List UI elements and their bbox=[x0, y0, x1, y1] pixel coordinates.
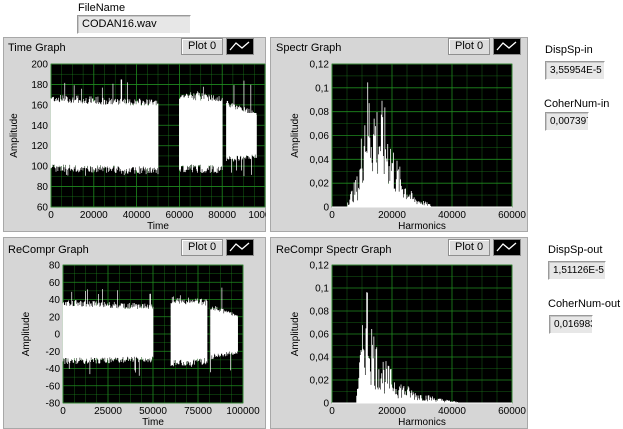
y-tick-label: 0,12 bbox=[310, 261, 330, 272]
y-tick-label: 80 bbox=[37, 182, 49, 193]
cohernum-out-label: CoherNum-out bbox=[548, 298, 621, 310]
line-style-icon[interactable] bbox=[226, 38, 255, 55]
y-tick-label: 200 bbox=[31, 60, 48, 71]
x-axis-label: Harmonics bbox=[398, 417, 446, 428]
cohernum-in-value: 0,007397 bbox=[545, 112, 589, 131]
signal-body bbox=[210, 315, 238, 351]
time-plot-label[interactable]: Plot 0 bbox=[181, 38, 224, 55]
x-tick-label: 100000 bbox=[248, 210, 266, 221]
time-graph-chart: 0 20000 40000 60000 80000 100000 60 80 100 120 140… bbox=[9, 60, 266, 233]
x-tick-label: 40000 bbox=[123, 210, 151, 221]
y-tick-label: 0,02 bbox=[310, 179, 330, 190]
y-tick-label: -60 bbox=[46, 381, 61, 392]
x-tick-label: 100000 bbox=[226, 406, 260, 417]
y-tick-label: 0 bbox=[323, 399, 329, 410]
x-tick-label: 50000 bbox=[139, 406, 167, 417]
y-tick-label: 60 bbox=[37, 203, 49, 214]
line-style-icon[interactable] bbox=[493, 38, 522, 55]
y-tick-label: 0,12 bbox=[310, 60, 330, 71]
y-tick-label: 0,02 bbox=[310, 376, 330, 387]
y-tick-label: 80 bbox=[49, 261, 61, 272]
y-tick-label: 0,06 bbox=[310, 330, 330, 341]
x-tick-label: 80000 bbox=[208, 210, 236, 221]
recompr-spectr-graph-title: ReCompr Spectr Graph bbox=[276, 244, 392, 256]
y-tick-label: 0,08 bbox=[310, 307, 330, 318]
y-tick-label: 0,1 bbox=[315, 284, 329, 295]
y-tick-label: 180 bbox=[31, 80, 48, 91]
y-tick-label: 0,04 bbox=[310, 353, 330, 364]
recompr-graph-chart: 0 25000 50000 75000 100000 -80 -60 -40 -20 0 20 40 6… bbox=[21, 261, 260, 429]
y-tick-label: 160 bbox=[31, 100, 48, 111]
recompr-graph-title: ReCompr Graph bbox=[8, 244, 89, 256]
dispsp-out-label: DispSp-out bbox=[548, 244, 603, 256]
x-tick-label: 0 bbox=[60, 406, 66, 417]
x-axis-label: Harmonics bbox=[398, 221, 446, 232]
signal-body bbox=[63, 308, 153, 357]
y-tick-label: 0,06 bbox=[310, 131, 330, 142]
signal-body bbox=[226, 112, 257, 154]
dispsp-out-value: 1,51126E-5 bbox=[548, 261, 606, 280]
y-tick-label: -80 bbox=[46, 399, 61, 410]
y-tick-label: 120 bbox=[31, 141, 48, 152]
dispsp-in-label: DispSp-in bbox=[545, 44, 593, 56]
x-tick-label: 75000 bbox=[184, 406, 212, 417]
y-tick-label: 20 bbox=[49, 312, 61, 323]
filename-field[interactable]: CODAN16.wav bbox=[77, 15, 191, 34]
signal-body bbox=[171, 305, 207, 358]
y-tick-label: -20 bbox=[46, 347, 61, 358]
filename-label: FileName bbox=[78, 2, 126, 14]
x-axis-label: Time bbox=[142, 417, 164, 428]
y-axis-label: Amplitude bbox=[21, 311, 32, 356]
line-style-icon[interactable] bbox=[493, 239, 522, 256]
y-axis-label: Amplitude bbox=[290, 113, 301, 158]
signal-body bbox=[51, 105, 158, 165]
recompr-spectr-graph-chart: 0 20000 40000 60000 0 0,02 0,04 0,06 0,08 0,1 0,12… bbox=[290, 261, 526, 429]
x-tick-label: 60000 bbox=[498, 210, 526, 221]
line-style-icon[interactable] bbox=[226, 239, 255, 256]
recompr-spectr-plot-label[interactable]: Plot 0 bbox=[448, 239, 491, 256]
x-tick-label: 20000 bbox=[80, 210, 108, 221]
y-axis-label: Amplitude bbox=[290, 311, 301, 356]
x-tick-label: 20000 bbox=[378, 406, 406, 417]
spectr-plot-label[interactable]: Plot 0 bbox=[448, 38, 491, 55]
x-tick-label: 40000 bbox=[438, 210, 466, 221]
y-tick-label: 40 bbox=[49, 295, 61, 306]
y-axis-label: Amplitude bbox=[9, 113, 20, 158]
x-tick-label: 0 bbox=[48, 210, 54, 221]
y-tick-label: 60 bbox=[49, 278, 61, 289]
y-tick-label: 0 bbox=[54, 330, 60, 341]
x-tick-label: 0 bbox=[329, 406, 335, 417]
cohernum-out-value: 0,016983 bbox=[549, 315, 593, 334]
y-tick-label: 0 bbox=[323, 203, 329, 214]
x-tick-label: 60000 bbox=[498, 406, 526, 417]
recompr-plot-label[interactable]: Plot 0 bbox=[181, 239, 224, 256]
spectr-graph-title: Spectr Graph bbox=[276, 42, 342, 54]
time-graph-title: Time Graph bbox=[8, 42, 66, 54]
spectr-graph-chart: 0 20000 40000 60000 0 0,02 0,04 0,06 0,08 0,1 0,12… bbox=[290, 60, 526, 233]
y-tick-label: 0,08 bbox=[310, 107, 330, 118]
x-axis-label: Time bbox=[147, 221, 169, 232]
x-tick-label: 25000 bbox=[94, 406, 122, 417]
spectr-plot-legend[interactable]: Plot 0 bbox=[448, 38, 522, 55]
recompr-spectr-plot-legend[interactable]: Plot 0 bbox=[448, 239, 522, 256]
x-tick-label: 0 bbox=[329, 210, 335, 221]
x-tick-label: 20000 bbox=[378, 210, 406, 221]
y-tick-label: 100 bbox=[31, 162, 48, 173]
x-tick-label: 40000 bbox=[438, 406, 466, 417]
time-plot-legend[interactable]: Plot 0 bbox=[181, 38, 255, 55]
y-tick-label: 140 bbox=[31, 121, 48, 132]
recompr-plot-legend[interactable]: Plot 0 bbox=[181, 239, 255, 256]
y-tick-label: 0,04 bbox=[310, 155, 330, 166]
x-tick-label: 60000 bbox=[165, 210, 193, 221]
signal-segment bbox=[170, 295, 208, 367]
signal-body bbox=[179, 101, 223, 165]
y-tick-label: -40 bbox=[46, 364, 61, 375]
cohernum-in-label: CoherNum-in bbox=[544, 98, 610, 110]
dispsp-in-value: 3,55954E-5 bbox=[545, 61, 605, 80]
y-tick-label: 0,1 bbox=[315, 83, 329, 94]
